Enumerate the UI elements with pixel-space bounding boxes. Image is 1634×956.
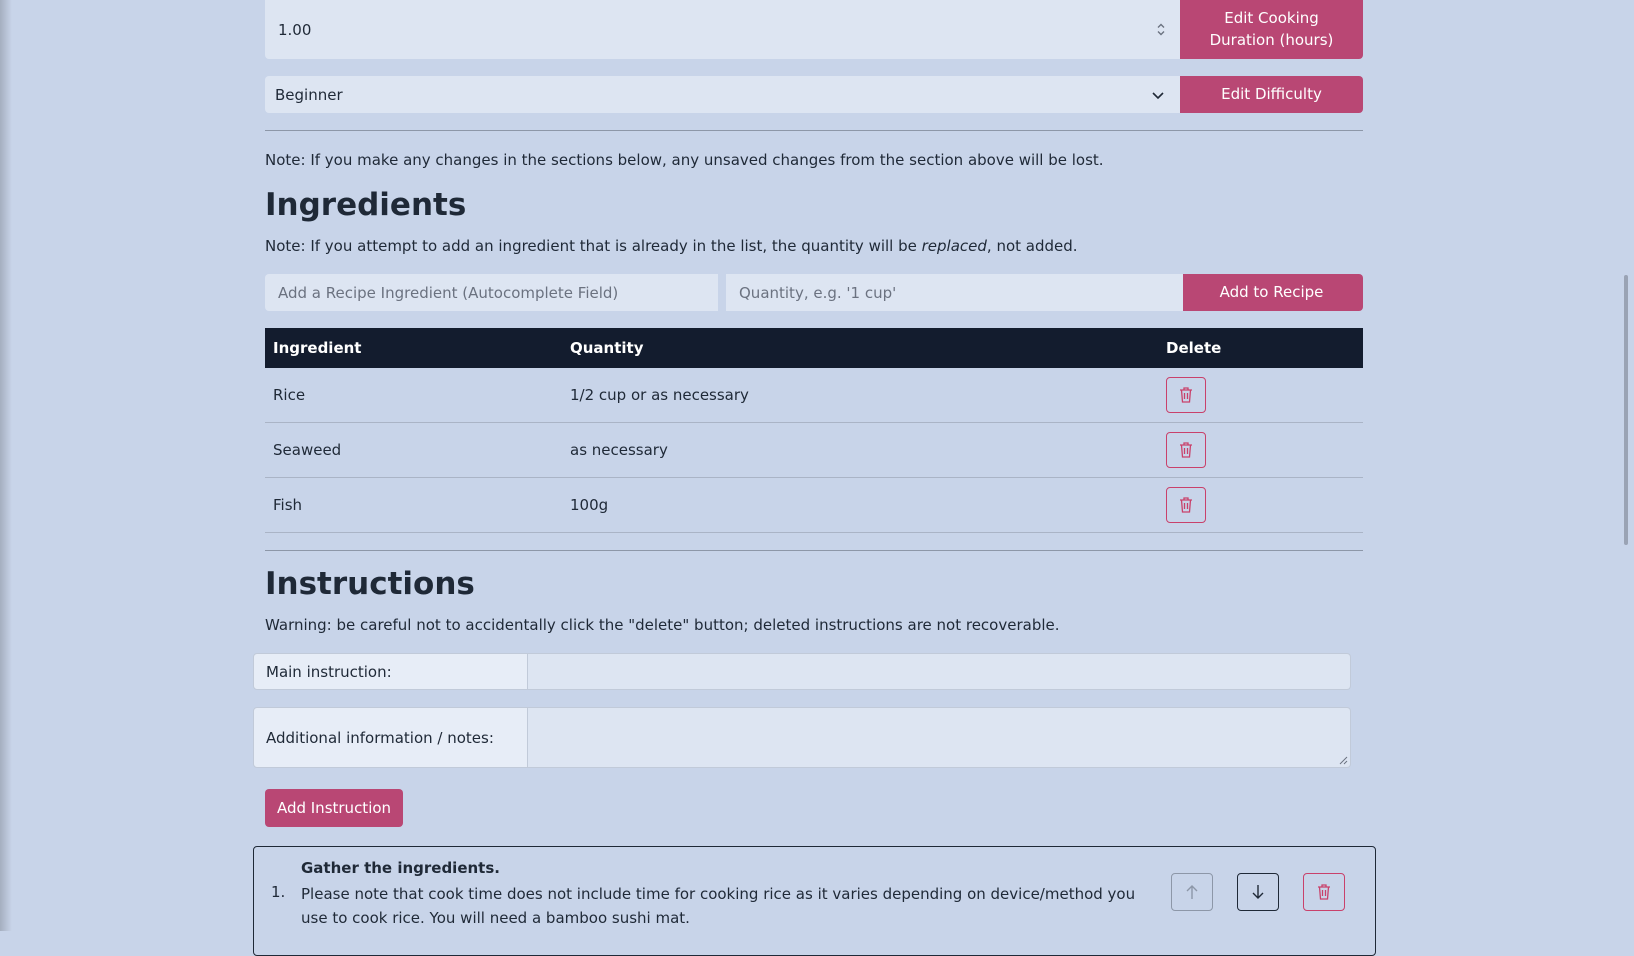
quantity-placeholder: Quantity, e.g. '1 cup' [739, 283, 897, 302]
delete-ingredient-button[interactable] [1166, 487, 1206, 523]
ingredients-title: Ingredients [265, 187, 467, 223]
difficulty-value: Beginner [275, 85, 343, 104]
notes-textarea[interactable] [528, 707, 1351, 768]
delete-cell [1158, 477, 1363, 533]
instruction-number: 1. [271, 883, 286, 901]
column-header-delete: Delete [1158, 328, 1363, 368]
main-instruction-label: Main instruction: [253, 653, 528, 690]
edit-duration-label: Edit Cooking Duration (hours) [1209, 8, 1334, 49]
ingredients-note: Note: If you attempt to add an ingredien… [265, 237, 1078, 255]
ingredient-quantity: 1/2 cup or as necessary [562, 368, 1158, 423]
ingredient-name: Fish [265, 477, 562, 533]
duration-value: 1.00 [278, 20, 312, 39]
column-header-ingredient: Ingredient [265, 328, 562, 368]
delete-cell [1158, 422, 1363, 478]
ingredient-quantity: 100g [562, 477, 1158, 533]
move-down-button[interactable] [1237, 873, 1279, 911]
ingredients-note-emphasis: replaced [921, 237, 987, 255]
left-edge-shadow [0, 0, 12, 931]
notes-row: Additional information / notes: [253, 707, 1351, 768]
delete-ingredient-button[interactable] [1166, 377, 1206, 413]
spinner-icon[interactable] [1156, 21, 1166, 38]
add-instruction-button[interactable]: Add Instruction [265, 789, 403, 827]
main-instruction-row: Main instruction: [253, 653, 1351, 690]
instruction-title: Gather the ingredients. [301, 859, 500, 877]
main-instruction-input[interactable] [528, 653, 1351, 690]
delete-ingredient-button[interactable] [1166, 432, 1206, 468]
ingredient-quantity: as necessary [562, 422, 1158, 478]
notes-label: Additional information / notes: [253, 707, 528, 768]
ingredient-input[interactable]: Add a Recipe Ingredient (Autocomplete Fi… [265, 274, 718, 311]
trash-icon [1180, 442, 1192, 458]
trash-icon [1180, 497, 1192, 513]
move-up-button[interactable] [1171, 873, 1213, 911]
add-to-recipe-button[interactable]: Add to Recipe [1180, 274, 1363, 311]
duration-input[interactable]: 1.00 [265, 0, 1180, 59]
resize-handle-icon[interactable] [1339, 756, 1348, 765]
ingredient-name: Seaweed [265, 422, 562, 478]
trash-icon [1180, 387, 1192, 403]
ingredients-note-prefix: Note: If you attempt to add an ingredien… [265, 237, 922, 255]
instruction-item: 1. Gather the ingredients. Please note t… [253, 846, 1376, 956]
duration-row: 1.00 Edit Cooking Duration (hours) [265, 0, 1363, 59]
quantity-input[interactable]: Quantity, e.g. '1 cup' [726, 274, 1183, 311]
divider [265, 130, 1363, 131]
delete-instruction-button[interactable] [1303, 873, 1345, 911]
scrollbar-thumb[interactable] [1624, 275, 1628, 545]
add-instruction-label: Add Instruction [276, 799, 392, 817]
divider [265, 550, 1363, 551]
ingredient-name: Rice [265, 368, 562, 423]
unsaved-note: Note: If you make any changes in the sec… [265, 151, 1104, 169]
scrollbar[interactable] [1616, 0, 1634, 931]
instruction-description: Please note that cook time does not incl… [301, 885, 1136, 927]
instructions-warning: Warning: be careful not to accidentally … [265, 616, 1060, 634]
delete-cell [1158, 368, 1363, 423]
table-row: Fish 100g [265, 477, 1363, 533]
difficulty-select[interactable]: Beginner [265, 76, 1180, 113]
arrow-up-icon [1186, 885, 1198, 899]
add-ingredient-row: Add a Recipe Ingredient (Autocomplete Fi… [265, 274, 1363, 311]
ingredients-table: Ingredient Quantity Delete Rice 1/2 cup … [265, 328, 1363, 533]
difficulty-row: Beginner Edit Difficulty [265, 76, 1363, 113]
table-row: Rice 1/2 cup or as necessary [265, 368, 1363, 423]
arrow-down-icon [1252, 885, 1264, 899]
table-row: Seaweed as necessary [265, 422, 1363, 478]
edit-difficulty-button[interactable]: Edit Difficulty [1180, 76, 1363, 113]
edit-duration-button[interactable]: Edit Cooking Duration (hours) [1180, 0, 1363, 59]
ingredients-note-suffix: , not added. [986, 237, 1078, 255]
chevron-down-icon [1150, 87, 1166, 103]
ingredient-placeholder: Add a Recipe Ingredient (Autocomplete Fi… [278, 283, 619, 302]
column-header-quantity: Quantity [562, 328, 1158, 368]
trash-icon [1318, 884, 1330, 900]
instructions-title: Instructions [265, 566, 475, 602]
table-header-row: Ingredient Quantity Delete [265, 328, 1363, 368]
add-to-recipe-label: Add to Recipe [1219, 282, 1324, 301]
edit-difficulty-label: Edit Difficulty [1221, 84, 1322, 103]
